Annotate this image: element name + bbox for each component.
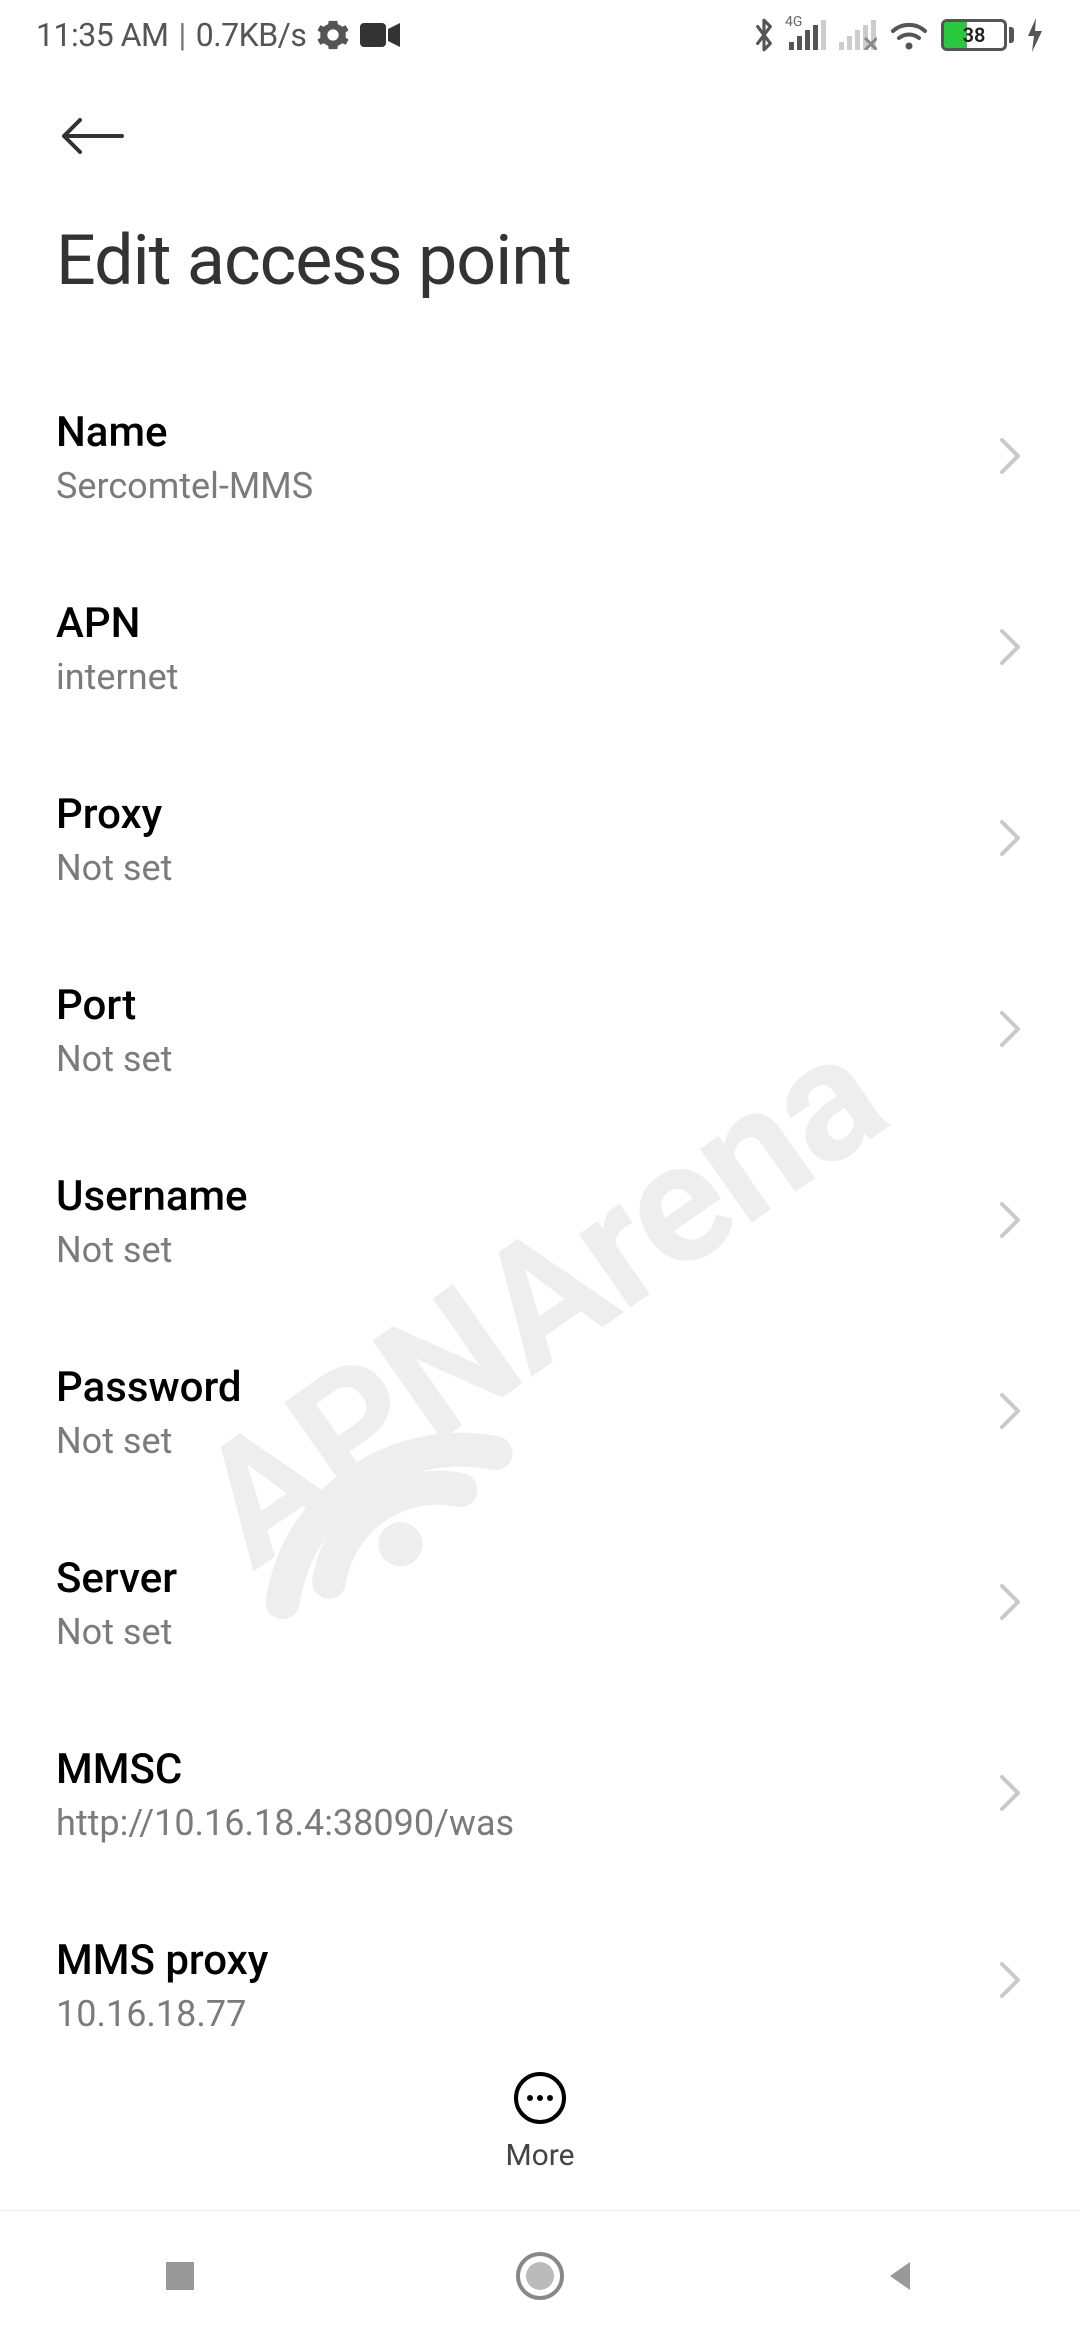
setting-item-server[interactable]: Server Not set xyxy=(56,1508,1024,1699)
status-time: 11:35 AM xyxy=(36,16,168,54)
page-title: Edit access point xyxy=(56,190,1024,352)
signal-secondary-icon xyxy=(839,20,877,50)
settings-list: Name Sercomtel-MMS APN internet Proxy Not s… xyxy=(0,362,1080,2073)
setting-value: Not set xyxy=(56,1611,177,1653)
setting-label: APN xyxy=(56,599,178,648)
setting-value: 10.16.18.77 xyxy=(56,1993,268,2027)
wifi-icon xyxy=(889,19,929,51)
charging-icon xyxy=(1026,18,1044,52)
chevron-right-icon xyxy=(996,1389,1024,1437)
nav-back-button[interactable] xyxy=(800,2256,1000,2296)
chevron-right-icon xyxy=(996,1198,1024,1246)
setting-item-name[interactable]: Name Sercomtel-MMS xyxy=(56,362,1024,553)
status-right: 4G 38 xyxy=(751,16,1044,54)
chevron-right-icon xyxy=(996,434,1024,482)
setting-item-port[interactable]: Port Not set xyxy=(56,935,1024,1126)
setting-label: Server xyxy=(56,1554,177,1603)
battery-indicator: 38 xyxy=(941,19,1014,51)
setting-label: Password xyxy=(56,1363,242,1412)
gear-icon xyxy=(316,18,350,52)
nav-home-button[interactable] xyxy=(440,2250,640,2302)
bluetooth-icon xyxy=(751,16,777,54)
setting-value: Not set xyxy=(56,1420,242,1462)
status-network-speed: 0.7KB/s xyxy=(196,16,307,54)
setting-item-username[interactable]: Username Not set xyxy=(56,1126,1024,1317)
setting-value: http://10.16.18.4:38090/was xyxy=(56,1802,514,1844)
setting-item-apn[interactable]: APN internet xyxy=(56,553,1024,744)
setting-label: Name xyxy=(56,408,313,457)
chevron-right-icon xyxy=(996,1007,1024,1055)
setting-label: Proxy xyxy=(56,790,172,839)
chevron-right-icon xyxy=(996,625,1024,673)
setting-value: Not set xyxy=(56,1038,172,1080)
setting-label: Port xyxy=(56,981,172,1030)
setting-value: internet xyxy=(56,656,178,698)
nav-recent-button[interactable] xyxy=(80,2256,280,2296)
more-icon xyxy=(512,2070,568,2126)
status-bar: 11:35 AM | 0.7KB/s 4G 38 xyxy=(0,0,1080,70)
app-header: Edit access point xyxy=(0,70,1080,362)
chevron-right-icon xyxy=(996,816,1024,864)
setting-label: MMSC xyxy=(56,1745,514,1794)
more-label: More xyxy=(505,2138,574,2173)
setting-item-password[interactable]: Password Not set xyxy=(56,1317,1024,1508)
setting-value: Not set xyxy=(56,1229,248,1271)
status-separator: | xyxy=(178,16,185,54)
more-button[interactable]: More xyxy=(0,2070,1080,2173)
signal-4g-icon: 4G xyxy=(789,20,827,50)
setting-item-mmsc[interactable]: MMSC http://10.16.18.4:38090/was xyxy=(56,1699,1024,1890)
setting-value: Sercomtel-MMS xyxy=(56,465,313,507)
back-button[interactable] xyxy=(56,110,1024,190)
setting-label: Username xyxy=(56,1172,248,1221)
system-nav-bar xyxy=(0,2210,1080,2340)
setting-label: MMS proxy xyxy=(56,1936,268,1985)
chevron-right-icon xyxy=(996,1958,1024,2006)
chevron-right-icon xyxy=(996,1771,1024,1819)
status-left: 11:35 AM | 0.7KB/s xyxy=(36,16,400,54)
camera-icon xyxy=(360,21,400,49)
setting-item-proxy[interactable]: Proxy Not set xyxy=(56,744,1024,935)
setting-value: Not set xyxy=(56,847,172,889)
chevron-right-icon xyxy=(996,1580,1024,1628)
